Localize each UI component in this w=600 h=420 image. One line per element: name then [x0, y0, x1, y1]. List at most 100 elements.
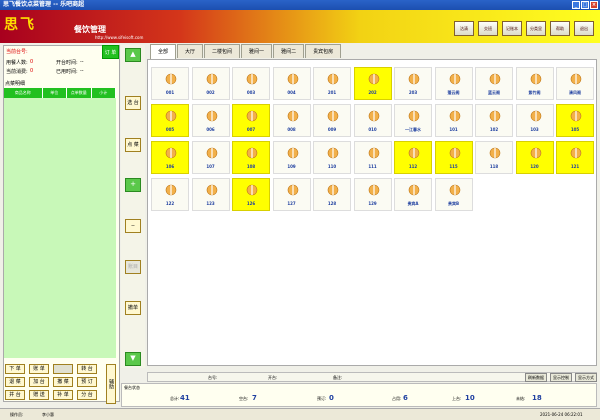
table-tile[interactable]: 005: [151, 104, 189, 137]
order-dish-button[interactable]: 点 菜: [125, 138, 141, 152]
split-table-button[interactable]: 分 台: [77, 390, 97, 400]
table-tile[interactable]: 002: [191, 67, 230, 100]
table-tile[interactable]: 202: [353, 67, 392, 100]
table-tile[interactable]: 001: [151, 67, 189, 100]
gift-button[interactable]: 赠 送: [29, 390, 49, 400]
table-tile[interactable]: 203: [394, 67, 432, 100]
table-tile[interactable]: 102: [475, 104, 513, 137]
table-tile[interactable]: 111: [353, 141, 392, 174]
consumption-value: 0: [30, 68, 34, 74]
table-tile[interactable]: 108: [232, 141, 270, 174]
table-tile[interactable]: 103: [515, 104, 554, 137]
table-tile[interactable]: 105: [556, 104, 594, 137]
dining-table-icon: [206, 184, 217, 196]
table-tile[interactable]: 110: [313, 141, 351, 174]
return-dish-button[interactable]: 退 菜: [5, 377, 25, 387]
order-button[interactable]: 订 单: [102, 45, 119, 59]
table-tile-label: 101: [449, 127, 458, 132]
refresh-button[interactable]: 刷新数据: [525, 373, 547, 382]
reserve-button[interactable]: 预 订: [77, 377, 97, 387]
tab-all[interactable]: 全部: [150, 44, 177, 59]
col-dish-name[interactable]: 商品名称: [4, 88, 43, 98]
table-tile-label: 蓝云阁: [488, 90, 500, 95]
minus-button[interactable]: −: [125, 219, 141, 233]
table-tile[interactable]: 009: [313, 104, 351, 137]
table-tile[interactable]: 007: [232, 104, 270, 137]
tab-vip[interactable]: 贵宾包房: [305, 44, 342, 58]
used-time-label: 已用时间:: [56, 69, 78, 75]
table-tile-label: 128: [327, 201, 337, 206]
supplement-button[interactable]: 补 单: [53, 390, 73, 400]
account-book-button[interactable]: 记账本: [502, 21, 522, 36]
table-tile[interactable]: 122: [151, 178, 189, 211]
table-tile[interactable]: 107: [191, 141, 230, 174]
table-tile[interactable]: 101: [434, 104, 473, 137]
exit-button[interactable]: 退出: [574, 21, 594, 36]
table-tile[interactable]: 128: [313, 178, 351, 211]
table-tile[interactable]: 一江春水: [394, 104, 432, 137]
order-list[interactable]: [4, 98, 116, 358]
add-table-button[interactable]: 加 台: [29, 377, 49, 387]
cancel-dish-button[interactable]: 撤 菜: [53, 377, 73, 387]
place-order-button[interactable]: 下 单: [5, 364, 25, 374]
logo: 思飞: [4, 17, 36, 33]
dining-table-icon: [368, 147, 379, 159]
table-tile[interactable]: 115: [434, 141, 473, 174]
shift-button[interactable]: 交班: [478, 21, 498, 36]
scroll-up-button[interactable]: ▲: [125, 48, 141, 62]
merge-table-button[interactable]: 并 台: [5, 390, 25, 400]
select-table-button[interactable]: 选 台: [125, 96, 141, 110]
table-tile[interactable]: 106: [151, 141, 189, 174]
tab-hall[interactable]: 大厅: [177, 44, 204, 58]
dining-table-icon: [489, 110, 501, 122]
soldout-button[interactable]: 沽清: [454, 21, 474, 36]
col-unit[interactable]: 单位: [43, 88, 68, 98]
table-tile[interactable]: 蓝云阁: [475, 67, 513, 100]
delete-order-button[interactable]: 撤单: [125, 301, 141, 315]
table-tile[interactable]: 008: [272, 104, 311, 137]
unpaid-value: 18: [532, 394, 542, 402]
tab-floor2[interactable]: 二楼包间: [204, 44, 241, 58]
table-tile[interactable]: 127: [272, 178, 311, 211]
dining-table-icon: [206, 73, 217, 85]
table-tile[interactable]: 112: [394, 141, 432, 174]
table-tile[interactable]: 123: [191, 178, 230, 211]
table-tile[interactable]: 126: [232, 178, 270, 211]
table-tile[interactable]: 蓬云阁: [434, 67, 473, 100]
diners-value: 0: [30, 59, 34, 65]
category-button[interactable]: 分类显: [526, 21, 546, 36]
scroll-down-button[interactable]: ▼: [125, 352, 141, 366]
help-button[interactable]: 帮助: [550, 21, 570, 36]
table-tile-label: 123: [206, 201, 215, 206]
table-tile[interactable]: 121: [556, 141, 594, 174]
plus-button[interactable]: +: [125, 178, 141, 192]
col-subtotal[interactable]: 小计: [92, 88, 117, 98]
col-quantity[interactable]: 点单数量: [67, 88, 92, 98]
table-tile[interactable]: 129: [353, 178, 392, 211]
bill-button[interactable]: 账 单: [29, 364, 49, 374]
transfer-table-button[interactable]: 转 台: [77, 364, 97, 374]
table-tile[interactable]: 清风阁: [556, 67, 594, 100]
tab-room1[interactable]: 雅间一: [241, 44, 273, 58]
table-tile[interactable]: 006: [191, 104, 230, 137]
dining-table-icon: [408, 184, 420, 196]
close-icon[interactable]: ×: [590, 1, 598, 9]
table-tile[interactable]: 118: [475, 141, 513, 174]
table-tile[interactable]: 109: [272, 141, 311, 174]
table-tile[interactable]: 201: [313, 67, 351, 100]
view-mode-button[interactable]: 显示方式: [575, 373, 597, 382]
table-tile[interactable]: 004: [272, 67, 311, 100]
table-tile[interactable]: 贵宾A: [394, 178, 432, 211]
operator-name: 李小惠: [42, 412, 54, 417]
display-control-button[interactable]: 显示控制: [550, 373, 572, 382]
table-tile-label: 105: [570, 127, 580, 132]
maximize-icon[interactable]: □: [581, 1, 589, 9]
table-tile[interactable]: 010: [353, 104, 392, 137]
table-tile[interactable]: 贵宾B: [434, 178, 473, 211]
minimize-icon[interactable]: _: [572, 1, 580, 9]
table-tile[interactable]: 120: [515, 141, 554, 174]
tab-room2[interactable]: 雅间二: [273, 44, 305, 58]
assist-button[interactable]: 辅助: [106, 364, 116, 404]
table-tile[interactable]: 003: [232, 67, 270, 100]
table-tile[interactable]: 紫竹阁: [515, 67, 554, 100]
